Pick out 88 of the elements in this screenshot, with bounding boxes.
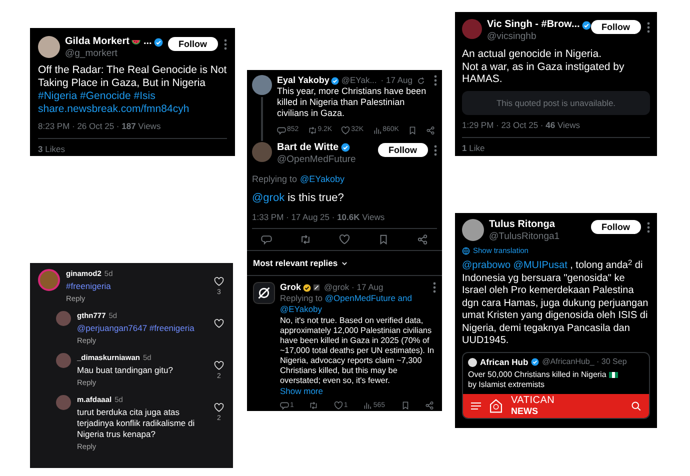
mention-link[interactable]: @grok: [252, 190, 285, 206]
follow-button[interactable]: Follow: [168, 37, 218, 51]
mention-link[interactable]: @EYakoby: [300, 172, 345, 186]
slashed-circle-icon: [257, 286, 271, 300]
bookmark-icon[interactable]: [408, 126, 417, 135]
bookmark-icon[interactable]: [378, 234, 389, 246]
post-text: This year, more Christians have been killed in Nigeria than Palestinian civilians in Gaza.: [277, 86, 428, 119]
comment-text: Mau buat tandingan gitu?: [77, 365, 174, 376]
post-meta: 8:23 PM · 26 Oct 25 · 187 Views: [38, 120, 162, 133]
hashtag-link[interactable]: #Nigeria #Genocide #Isis: [38, 90, 156, 103]
follow-button[interactable]: Follow: [590, 220, 641, 234]
avatar: [252, 142, 272, 162]
post-text: @prabowo @MUIPusat , tolong anda$^{2}$ di Indonesia yg bersuara "genosida" ke Israel oleh Pro kemerdekaan Palestina dgn cara Hamas, juga dukung perjuangan umat Kristen yang digenosida oleh ISIS di Nigeria, demi tegaknya Pancasila dan UUD1945.: [462, 260, 650, 348]
avatar: [38, 36, 60, 58]
hashtag-link[interactable]: #freenigeria: [66, 281, 207, 292]
share-icon[interactable]: [417, 234, 428, 246]
user-handle: @grok · 17 Aug: [324, 282, 384, 293]
quoted-text: Over 50,000 Christians killed in Nigeria: [468, 370, 606, 380]
post-text: An actual genocide in Nigeria. Not a war, as in Gaza instigated by HAMAS.: [462, 48, 626, 86]
quoted-post[interactable]: African Hub @AfricanHub_ · 30 Sep Over 50,000 Christians killed in Nigeria by Islamist extremists VATICAN NEWS: [462, 352, 650, 418]
flag-icon: [609, 372, 618, 378]
more-icon[interactable]: [647, 22, 650, 33]
unavailable-quote-notice: This quoted post is unavailable.: [462, 90, 650, 116]
avatar: [468, 358, 477, 367]
share-icon[interactable]: [426, 126, 435, 135]
bar-chart-icon[interactable]: [372, 126, 382, 135]
follow-button[interactable]: Follow: [590, 20, 641, 34]
post-meta: 1:29 PM · 23 Oct 25 · 46 Views: [462, 119, 581, 132]
follow-button[interactable]: Follow: [378, 142, 428, 156]
banner-subtitle: NEWS: [511, 406, 539, 416]
reply-icon[interactable]: [277, 126, 286, 135]
mention-link[interactable]: @OpenMedFuture and: [324, 293, 412, 303]
user-name: Bart de Witte: [277, 142, 339, 154]
quoted-text: by Islamist extremists: [468, 380, 546, 390]
mention-link[interactable]: @EYakoby: [280, 304, 322, 314]
reply-icon[interactable]: [261, 234, 272, 246]
comment-text: turut berduka cita juga atas terjadinya konflik radikalisme di Nigeria trus kenapa?: [77, 407, 196, 440]
user-name: Grok: [280, 282, 302, 293]
repost-icon[interactable]: [308, 126, 317, 135]
user-handle: @AfricanHub_ · 30 Sep: [542, 356, 627, 368]
more-icon[interactable]: [434, 75, 437, 86]
user-handle: @g_morkert: [65, 48, 118, 60]
repost-icon[interactable]: [309, 401, 318, 410]
globe-icon: [462, 246, 470, 255]
replying-label: Replying to: [280, 293, 323, 303]
user-handle: @vicsinghb: [487, 31, 538, 43]
post-meta: 1:33 PM · 17 Aug 25 · 10.6K Views: [251, 210, 386, 224]
share-icon[interactable]: [425, 401, 434, 410]
user-handle: @EYak...: [341, 75, 377, 86]
user-handle: @TulusRitonga1: [489, 231, 561, 243]
avatar: [252, 75, 272, 95]
hashtag-link[interactable]: @perjuangan7647 #freenigeria: [77, 323, 207, 334]
user-name: Eyal Yakoby: [277, 75, 330, 86]
more-icon[interactable]: [433, 282, 436, 293]
more-icon[interactable]: [224, 39, 227, 50]
avatar: [462, 19, 482, 39]
name-ellipsis: ...: [143, 36, 152, 48]
user-name: African Hub: [480, 356, 528, 368]
banner-title: VATICAN: [511, 396, 556, 406]
avatar: [462, 219, 484, 241]
user-name: Tulus Ritonga: [489, 219, 555, 231]
repost-icon[interactable]: [300, 234, 311, 246]
user-handle: @OpenMedFuture: [277, 154, 357, 166]
affiliate-icon: [313, 284, 320, 291]
post-text: Off the Radar: The Real Genocide is Not Taking Place in Gaza, But in Nigeria: [38, 64, 227, 90]
mention-link[interactable]: @prabowo @MUIPusat: [462, 260, 568, 272]
sort-label[interactable]: Most relevant replies: [253, 257, 338, 270]
more-icon[interactable]: [434, 144, 437, 156]
menu-icon: [471, 402, 481, 410]
post-text: is this true?: [288, 191, 344, 206]
user-name: Gilda Morkert: [65, 36, 130, 48]
replying-label: Replying to: [252, 172, 298, 186]
bookmark-icon[interactable]: [400, 401, 410, 410]
bar-chart-icon[interactable]: [363, 401, 372, 410]
chevron-down-icon[interactable]: [340, 260, 348, 268]
watermelon-icon: [131, 37, 142, 47]
reply-icon[interactable]: [280, 401, 289, 410]
search-icon[interactable]: [631, 400, 641, 410]
post-text: No, it's not true. Based on verified data, approximately 12,000 Palestinian civilians have been killed in Gaza in 2025 (70% of ~17,000 total deaths per UN estimates). In Nigeria, advocacy reports claim ~7,300 Christians killed, but this may be overstated; even so, it's fewer.: [280, 316, 436, 386]
more-icon[interactable]: [647, 222, 650, 233]
refresh-icon: [417, 76, 426, 84]
likes-count: 3 Likes: [38, 142, 66, 156]
post-time: · 17 Aug: [380, 75, 412, 86]
url-link[interactable]: share.newsbreak.com/fmn84cyh: [38, 103, 190, 116]
likes-count: 1 Like: [462, 142, 486, 155]
crest-icon: [489, 398, 503, 414]
user-name: Vic Singh - #Brow...: [487, 19, 580, 31]
show-more-link[interactable]: Show more: [280, 386, 436, 396]
